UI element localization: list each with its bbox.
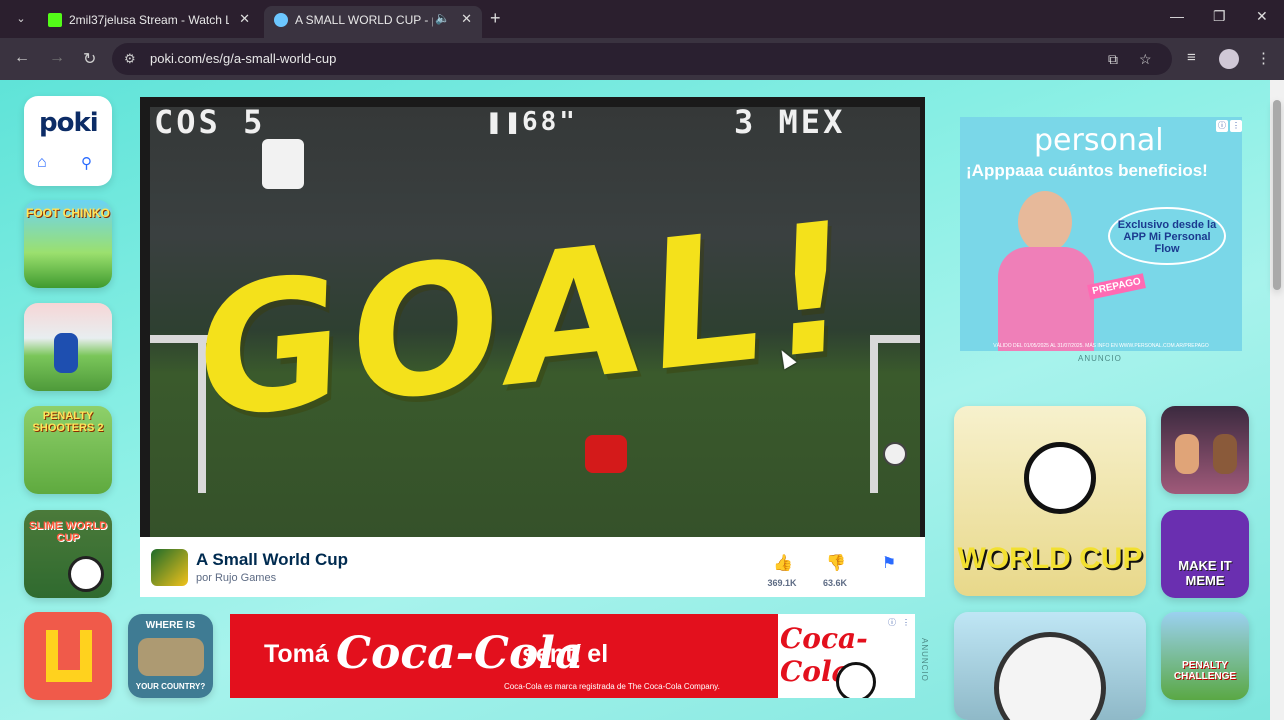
game-tile-foot-chinko[interactable]: FOOT CHINKO [24, 200, 112, 288]
poki-favicon-icon [274, 13, 288, 27]
game-tile-penalty-shooters[interactable]: PENALTY SHOOTERS 2 [24, 406, 112, 494]
ad-senti-text: sentí el [522, 640, 609, 668]
tab-title: A SMALL WORLD CUP - pu [295, 13, 433, 27]
player-figure [54, 333, 78, 373]
tile-caption-top: WHERE IS [145, 620, 196, 631]
search-icon[interactable]: ⚲ [81, 154, 99, 172]
ad-face [1018, 191, 1072, 253]
ad-brand: personal [1034, 123, 1164, 158]
tile-caption: PENALTY SHOOTERS 2 [32, 410, 104, 434]
snake-shape [46, 630, 92, 682]
game-ball [883, 442, 907, 466]
match-timer: 68" [522, 107, 578, 137]
tab-inactive[interactable]: 2mil37jelusa Stream - Watch Li ✕ [38, 6, 260, 38]
address-bar[interactable]: ⚙ poki.com/es/g/a-small-world-cup ⧉ ☆ [112, 43, 1172, 75]
right-goal-post [870, 335, 878, 493]
star-icon[interactable]: ☆ [1139, 51, 1152, 68]
world-map-icon [138, 638, 204, 676]
ad-person-image [990, 191, 1100, 351]
game-tile-penalty-challenge[interactable]: PENALTY CHALLENGE [1161, 612, 1249, 700]
tab-active[interactable]: A SMALL WORLD CUP - pu 🔈 ✕ [264, 6, 482, 38]
tab-title: 2mil37jelusa Stream - Watch Li [69, 13, 229, 27]
game-info-bar: A Small World Cup por Rujo Games 👍 369.1… [140, 537, 925, 597]
dislikes-count: 63.6K [822, 578, 848, 588]
ad-label: ANUNCIO [1078, 354, 1122, 363]
boxer-left [1175, 434, 1199, 474]
ad-personal[interactable]: personal ¡Apppaaa cuántos beneficios! Ex… [960, 117, 1242, 351]
thumbs-up-icon[interactable]: 👍 [768, 553, 798, 573]
game-tile-make-it-meme[interactable]: MAKE IT MEME [1161, 510, 1249, 598]
close-icon[interactable]: ✕ [239, 11, 250, 27]
tab-bar: ⌄ 2mil37jelusa Stream - Watch Li ✕ A SMA… [0, 0, 1284, 38]
forward-icon[interactable]: → [49, 49, 65, 67]
white-player [262, 139, 304, 189]
pause-icon[interactable]: ❚❚ [486, 107, 523, 137]
game-title: A Small World Cup [196, 550, 349, 569]
tile-caption: SLIME WORLD CUP [28, 520, 108, 544]
scrollbar-thumb[interactable] [1273, 100, 1281, 290]
page-scrollbar[interactable] [1270, 80, 1284, 720]
minimize-icon[interactable]: — [1170, 8, 1184, 24]
ad-legal: Coca-Cola es marca registrada de The Coc… [504, 682, 720, 691]
reload-icon[interactable]: ↻ [83, 49, 96, 69]
new-tab-icon[interactable]: + [490, 8, 501, 29]
ad-label-vertical: ANUNCIO [920, 638, 929, 682]
tile-caption: MAKE IT MEME [1178, 558, 1232, 588]
ad-legal: VÁLIDO DEL 01/05/2025 AL 31/07/2025. MÁS… [993, 343, 1209, 349]
soccer-ball-icon [68, 556, 104, 592]
ad-coca-cola[interactable]: Tomá Coca-Cola sentí el Coca-Cola es mar… [230, 614, 915, 698]
tile-caption: FOOT CHINKO [26, 206, 110, 220]
site-info-icon[interactable]: ⚙ [124, 51, 136, 67]
ad-options-icon[interactable]: ⋮ [1230, 120, 1242, 132]
game-canvas[interactable]: COS 5 ❚❚ 68" 3 MEX GOAL! [140, 97, 925, 537]
poki-page: poki ⌂ ⚲ FOOT CHINKO PENALTY SHOOTERS 2 … [0, 80, 1270, 720]
ad-headline: ¡Apppaaa cuántos beneficios! [966, 161, 1208, 180]
close-window-icon[interactable]: ✕ [1256, 8, 1268, 25]
home-icon[interactable]: ⌂ [37, 154, 55, 172]
tab-search-icon[interactable]: ⌄ [10, 8, 32, 30]
back-icon[interactable]: ← [14, 49, 30, 67]
tile-caption-bottom: YOUR COUNTRY? [135, 682, 206, 691]
game-tile-boxing[interactable] [1161, 406, 1249, 494]
menu-icon[interactable]: ⋮ [1256, 49, 1271, 67]
ad-toma-text: Tomá [264, 640, 329, 668]
soccer-ball-icon [836, 662, 876, 698]
ad-sweater [998, 247, 1094, 351]
soccer-ball-icon [994, 632, 1106, 720]
ad-info-icon[interactable]: ⓘ [1216, 120, 1228, 132]
boxer-right [1213, 434, 1237, 474]
score-left: COS 5 [154, 103, 266, 141]
browser-toolbar: ← → ↻ ⚙ poki.com/es/g/a-small-world-cup … [0, 38, 1284, 80]
soccer-ball-icon [1024, 442, 1096, 514]
poki-logo[interactable]: poki [39, 108, 99, 138]
game-tile-snake[interactable] [24, 612, 112, 700]
tile-caption: WORLD CUP [957, 542, 1143, 575]
flag-icon[interactable]: ⚑ [874, 553, 904, 573]
game-developer[interactable]: por Rujo Games [196, 572, 276, 584]
speaker-icon[interactable]: 🔈 [435, 11, 450, 25]
game-tile-soccer-ball[interactable] [954, 612, 1146, 720]
thumbs-down-icon[interactable]: 👎 [821, 553, 851, 573]
media-control-icon[interactable]: ≡ [1187, 49, 1196, 66]
game-icon [151, 549, 188, 586]
score-right: 3 MEX [734, 103, 846, 141]
profile-avatar[interactable] [1219, 49, 1239, 69]
game-tile-soccer[interactable] [24, 303, 112, 391]
ad-options-icon[interactable]: ⋮ [900, 617, 912, 629]
game-tile-world-cup[interactable]: WORLD CUP [954, 406, 1146, 596]
game-tile-slime-world-cup[interactable]: SLIME WORLD CUP [24, 510, 112, 598]
likes-count: 369.1K [767, 578, 797, 588]
ad-pill: Exclusivo desde la APP Mi Personal Flow [1108, 207, 1226, 265]
kick-favicon-icon [48, 13, 62, 27]
tile-caption: PENALTY CHALLENGE [1173, 660, 1237, 682]
logo-card: poki ⌂ ⚲ [24, 96, 112, 186]
game-tile-where-is[interactable]: WHERE IS YOUR COUNTRY? [128, 614, 213, 698]
maximize-icon[interactable]: ❐ [1213, 8, 1226, 25]
install-app-icon[interactable]: ⧉ [1108, 51, 1118, 68]
ad-info-icon[interactable]: ⓘ [886, 617, 898, 629]
red-player [585, 435, 627, 473]
url-text[interactable]: poki.com/es/g/a-small-world-cup [150, 51, 336, 66]
close-icon[interactable]: ✕ [461, 11, 472, 27]
